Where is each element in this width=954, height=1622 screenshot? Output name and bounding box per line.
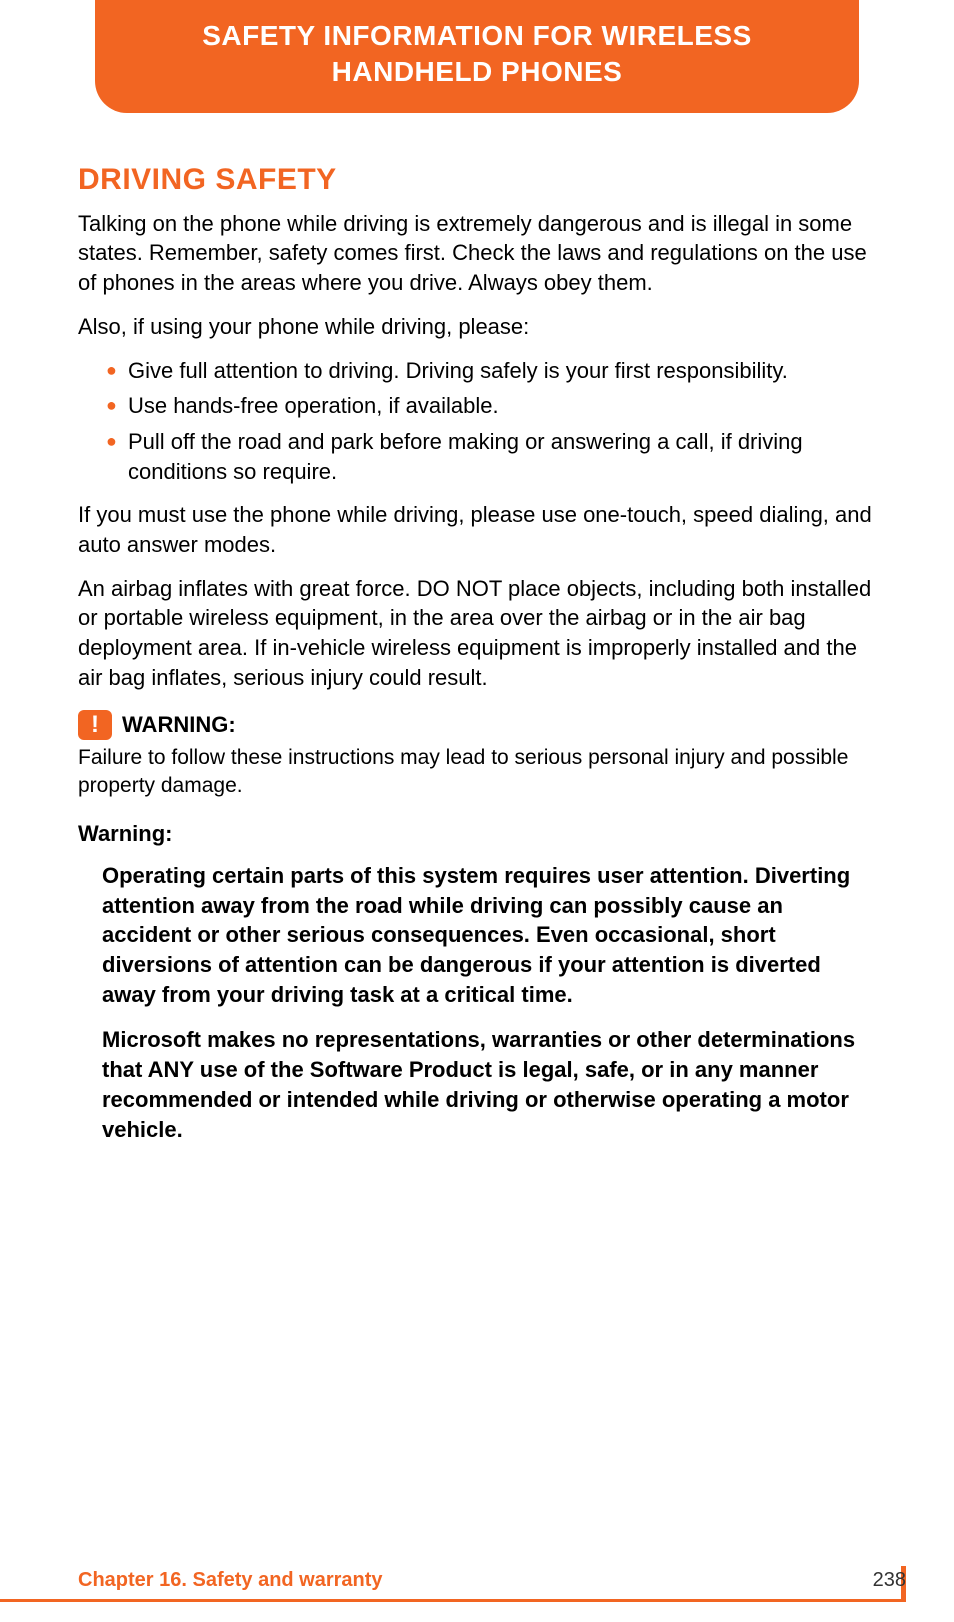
page-number: 238 [873, 1569, 906, 1592]
list-item: Pull off the road and park before making… [106, 427, 876, 486]
body-paragraph: An airbag inflates with great force. DO … [78, 574, 876, 693]
warning-header: ! WARNING: [78, 710, 876, 740]
body-paragraph: If you must use the phone while driving,… [78, 500, 876, 559]
warning-label: WARNING: [122, 712, 236, 738]
warning-heading: Warning: [78, 821, 876, 847]
exclamation-icon: ! [91, 713, 99, 737]
section-heading: DRIVING SAFETY [78, 163, 876, 197]
body-paragraph: Also, if using your phone while driving,… [78, 312, 876, 342]
footer-horizontal-rule [0, 1599, 901, 1602]
body-paragraph: Talking on the phone while driving is ex… [78, 209, 876, 298]
bold-warning-container: Operating certain parts of this system r… [78, 861, 876, 1144]
bold-warning-paragraph: Operating certain parts of this system r… [102, 861, 876, 1009]
warning-text: Failure to follow these instructions may… [78, 744, 876, 799]
footer-chapter-label: Chapter 16. Safety and warranty [78, 1569, 383, 1598]
page-header-banner: SAFETY INFORMATION FOR WIRELESS HANDHELD… [95, 0, 859, 113]
page-footer: Chapter 16. Safety and warranty [0, 1569, 954, 1598]
header-title: SAFETY INFORMATION FOR WIRELESS HANDHELD… [202, 20, 752, 87]
page-content: DRIVING SAFETY Talking on the phone whil… [0, 113, 954, 1144]
warning-icon: ! [78, 710, 112, 740]
list-item: Give full attention to driving. Driving … [106, 356, 876, 386]
warning-block: ! WARNING: Failure to follow these instr… [78, 710, 876, 799]
bullet-list: Give full attention to driving. Driving … [78, 356, 876, 487]
bold-warning-paragraph: Microsoft makes no representations, warr… [102, 1025, 876, 1144]
list-item: Use hands-free operation, if available. [106, 391, 876, 421]
